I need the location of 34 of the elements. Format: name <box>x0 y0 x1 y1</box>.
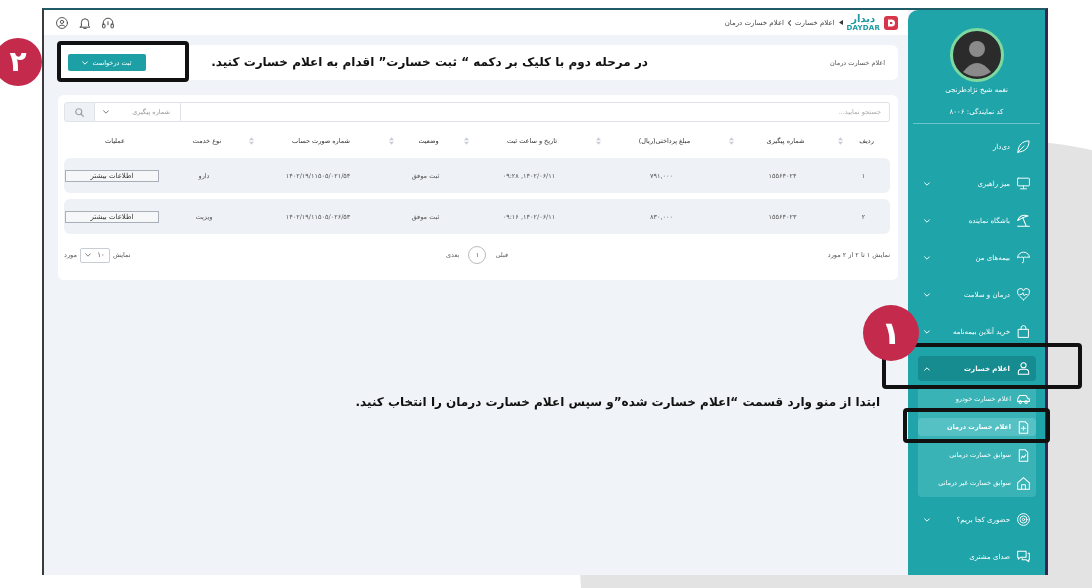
umbrella-icon <box>1017 251 1030 264</box>
sort-icon <box>729 137 734 145</box>
car-icon <box>1017 392 1030 406</box>
document-plus-icon <box>1017 420 1030 434</box>
heart-pulse-icon <box>1017 288 1030 301</box>
chevron-down-icon <box>84 253 91 257</box>
annotation-note: ابتدا از منو وارد قسمت “اعلام خسارت شده”و سپس اعلام خسارت درمان را انتخاب کنید. <box>355 394 880 410</box>
logo-text: دیدار <box>850 13 876 24</box>
sort-icon <box>596 137 601 145</box>
chevron-left-icon <box>788 19 791 26</box>
shopping-bag-icon <box>1017 325 1030 338</box>
beach-umbrella-icon <box>1017 214 1030 227</box>
target-icon <box>1017 513 1030 526</box>
avatar <box>949 28 1004 82</box>
chevron-down-icon <box>103 110 109 114</box>
logo-icon <box>884 15 898 30</box>
step-badge: ۲ <box>0 38 42 86</box>
house-icon <box>1017 476 1030 490</box>
user-icon[interactable] <box>56 16 68 29</box>
sort-icon <box>249 137 254 145</box>
monitor-icon <box>1017 177 1030 190</box>
bell-icon[interactable] <box>79 16 91 29</box>
annotation-note: در مرحله دوم با کلیک بر دکمه “ ثبت خسارت” اقدام به اعلام خسارت کنید. <box>211 54 648 70</box>
leaf-icon <box>1017 140 1030 153</box>
chevron-down-icon <box>82 60 89 65</box>
sort-icon <box>464 137 469 145</box>
search-icon <box>75 107 84 117</box>
headset-icon[interactable] <box>102 16 114 29</box>
sort-icon <box>389 137 394 145</box>
sort-icon <box>838 137 843 145</box>
caret-icon <box>838 20 843 25</box>
document-icon <box>1017 448 1030 462</box>
chat-icon <box>1017 550 1030 563</box>
person-icon <box>1017 362 1030 375</box>
